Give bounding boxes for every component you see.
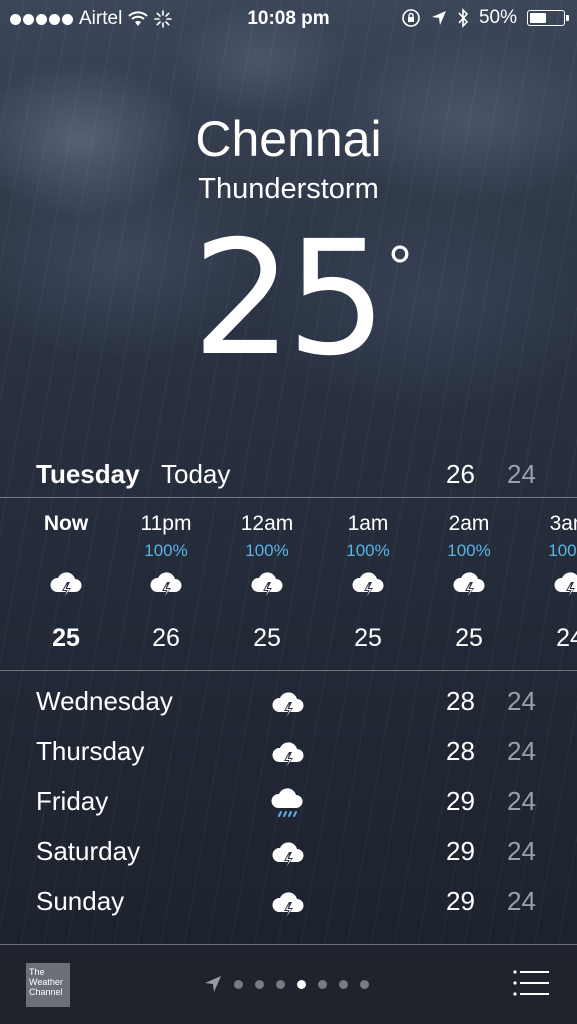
hour-time: 1am [347,512,389,535]
thunderstorm-icon [272,892,304,919]
thunderstorm-icon [272,842,304,869]
hour-precip: 100% [245,541,289,560]
hour-precip: 100% [548,541,577,560]
bottom-toolbar: The Weather Channel [0,945,577,1024]
rain-cloud-icon [271,788,303,817]
daily-row: Wednesday 28 24 [0,680,577,730]
day-low: 24 [507,886,536,916]
today-high: 26 [446,459,475,489]
hourly-forecast-strip[interactable]: Now 25 11pm 100% 26 12am 100% 25 1am 100… [0,498,577,670]
hour-temp: 26 [152,624,180,652]
hour-temp: 25 [253,624,281,652]
page-dot [276,979,285,989]
hour-temp: 25 [52,624,80,652]
day-high: 28 [446,686,475,716]
thunderstorm-icon [251,572,283,599]
page-dot-active [297,979,306,989]
battery-percentage: 50% [478,7,517,28]
thunderstorm-icon [554,572,577,599]
day-high: 29 [446,836,475,866]
day-name: Thursday [36,736,145,766]
hour-temp: 25 [354,624,382,652]
current-temperature: 25 [192,207,387,391]
today-summary-row: Tuesday Today 26 24 [0,455,577,497]
daily-row: Thursday 28 24 [0,730,577,780]
status-right: 50% [401,7,569,29]
day-high: 28 [446,736,475,766]
weather-channel-logo-button[interactable]: The Weather Channel [26,963,70,1007]
page-dot [318,979,327,989]
day-low: 24 [507,736,536,766]
day-high: 29 [446,886,475,916]
current-location-icon [205,976,221,992]
divider [0,670,577,671]
thunderstorm-icon [50,572,82,599]
day-name: Sunday [36,886,125,916]
hour-precip: 100% [346,541,390,560]
hour-precip: 100% [447,541,491,560]
thunderstorm-icon [150,572,182,599]
day-high: 29 [446,786,475,816]
thunderstorm-icon [352,572,384,599]
thunderstorm-icon [272,742,304,769]
location-arrow-icon [431,11,446,25]
page-dot [234,979,243,989]
daily-row: Sunday 29 24 [0,880,577,930]
hour-time: 11pm [140,512,192,535]
degree-symbol: ° [388,234,412,301]
day-low: 24 [507,836,536,866]
page-dot [255,979,264,989]
orientation-lock-icon [402,9,420,27]
daily-row: Friday 29 24 [0,780,577,830]
today-label: Today [161,459,231,489]
hour-temp: 24 [556,624,577,652]
daily-row: Saturday 29 24 [0,830,577,880]
thunderstorm-icon [272,692,304,719]
hour-precip: 100% [144,541,188,560]
day-name: Saturday [36,836,141,866]
thunderstorm-icon [453,572,485,599]
city-list-icon[interactable] [513,969,549,997]
day-low: 24 [507,686,536,716]
status-bar: Airtel 10:08 pm 50% [0,0,577,38]
today-day: Tuesday [36,459,140,489]
hour-temp: 25 [455,624,483,652]
day-name: Wednesday [36,686,173,716]
hour-time: 12am [240,512,294,535]
day-low: 24 [507,786,536,816]
hour-time: 3am [549,512,577,535]
city-name: Chennai [195,111,382,167]
page-indicator[interactable] [204,975,369,993]
today-low: 24 [507,459,536,489]
day-name: Friday [36,786,109,816]
page-dot [339,979,348,989]
page-dot [360,979,369,989]
weather-condition: Thunderstorm [198,173,379,205]
hour-time: 2am [448,512,490,535]
bluetooth-icon [458,8,469,28]
hour-time: Now [43,512,89,535]
battery-icon [527,10,569,26]
